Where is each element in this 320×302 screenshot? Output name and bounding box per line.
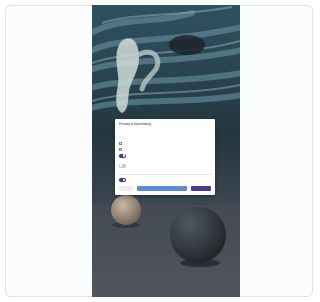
option-row[interactable] — [119, 147, 211, 152]
dialog-title: Privacy & Advertising — [119, 122, 151, 126]
toggle-sublabel — [128, 169, 211, 172]
divider — [119, 174, 211, 175]
dialog-button-bar — [119, 186, 211, 191]
option-row[interactable] — [119, 141, 211, 146]
phone-screenshot: Privacy & Advertising — [92, 5, 240, 297]
secondary-button[interactable] — [119, 186, 133, 191]
toggle-row[interactable] — [119, 178, 211, 183]
checkbox[interactable] — [119, 142, 122, 145]
consent-toggle[interactable] — [119, 163, 126, 168]
dialog-body-text — [119, 128, 211, 138]
toggle-row[interactable] — [119, 163, 211, 168]
consent-toggle[interactable] — [119, 178, 126, 182]
toggle-sublabel — [128, 159, 211, 162]
accept-all-button[interactable] — [191, 186, 211, 191]
toggle-row[interactable] — [119, 153, 211, 158]
save-settings-button[interactable] — [137, 186, 187, 191]
privacy-consent-dialog: Privacy & Advertising — [115, 119, 215, 195]
consent-toggle[interactable] — [119, 153, 126, 158]
checkbox[interactable] — [119, 148, 122, 151]
